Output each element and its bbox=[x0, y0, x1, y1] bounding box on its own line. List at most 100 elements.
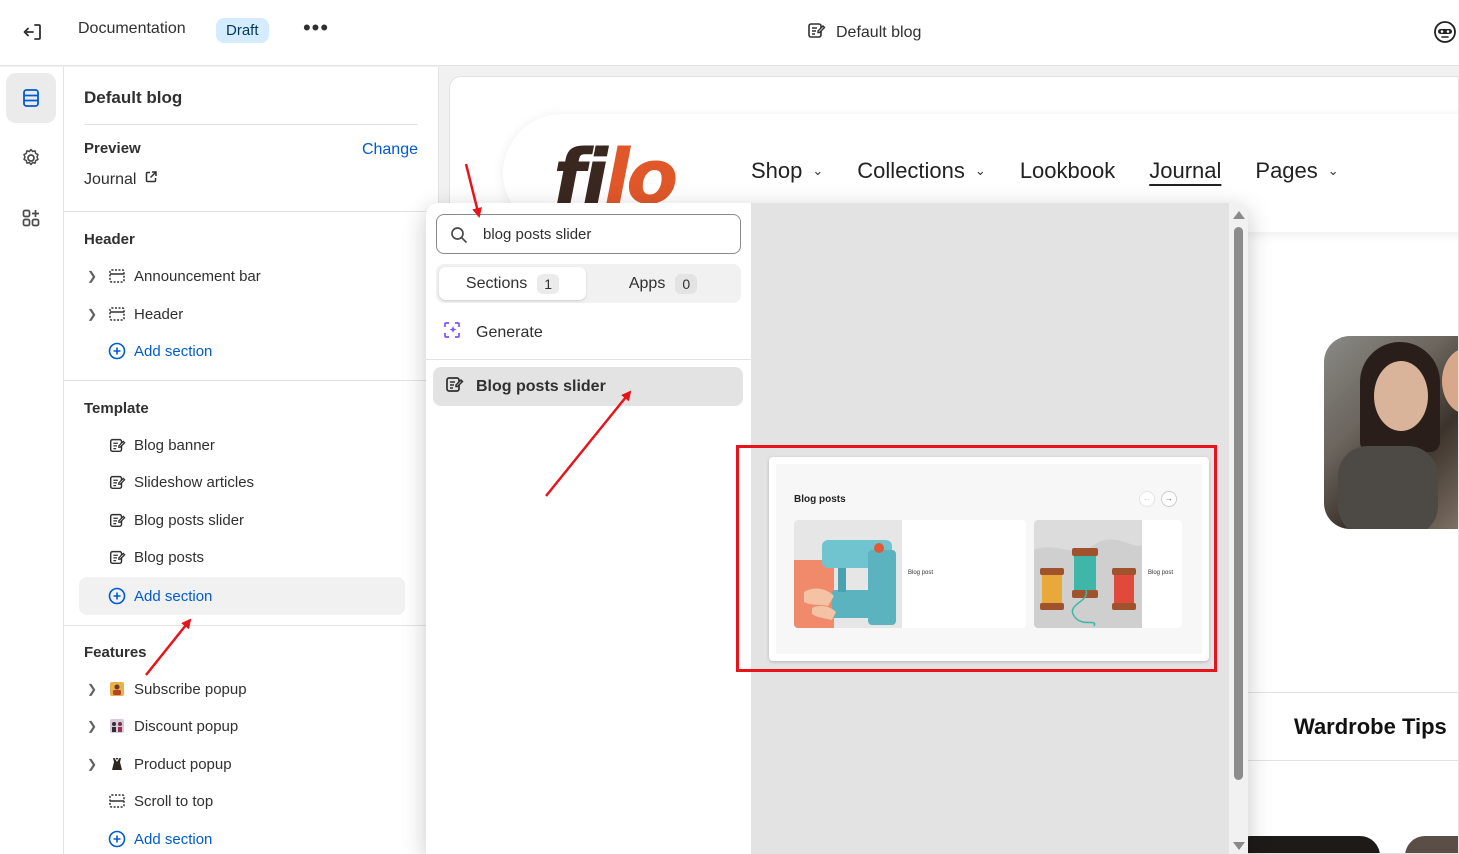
search-icon bbox=[449, 225, 469, 250]
nav-label: Collections bbox=[857, 158, 965, 183]
divider bbox=[64, 380, 438, 381]
sidebar-item-blog-posts[interactable]: Blog posts bbox=[84, 540, 404, 574]
nav-label: Lookbook bbox=[1019, 158, 1116, 183]
nav-item-journal[interactable]: Journal bbox=[1149, 158, 1221, 184]
tab-label: Sections bbox=[465, 274, 528, 292]
add-section-header-button[interactable]: Add section bbox=[84, 334, 404, 368]
add-section-label: Add section bbox=[134, 830, 213, 848]
exit-icon[interactable] bbox=[20, 19, 46, 45]
preview-page-name: Journal bbox=[84, 170, 137, 188]
preview-scrollbar[interactable] bbox=[1229, 203, 1248, 854]
magic-sparkle-icon bbox=[442, 320, 462, 345]
sidebar-item-blog-banner[interactable]: Blog banner bbox=[84, 428, 404, 462]
chevron-down-icon: ⌄ bbox=[974, 163, 986, 178]
features-group-title: Features bbox=[84, 644, 147, 661]
search-input[interactable] bbox=[483, 223, 733, 245]
add-circle-icon bbox=[108, 587, 126, 605]
section-layout-icon bbox=[108, 792, 126, 810]
change-preview-link[interactable]: Change bbox=[362, 141, 418, 159]
chevron-down-icon: ⌄ bbox=[1327, 163, 1339, 178]
generate-button[interactable]: Generate bbox=[442, 320, 543, 345]
article-thumbnail bbox=[1230, 836, 1380, 853]
divider bbox=[84, 124, 418, 125]
section-layout-icon bbox=[108, 305, 126, 323]
sidebar-item-subscribe-popup[interactable]: ❯ Subscribe popup bbox=[84, 672, 404, 706]
template-title: Default blog bbox=[836, 23, 922, 41]
external-link-icon bbox=[144, 170, 158, 189]
sidebar-item-label: Slideshow articles bbox=[134, 473, 255, 491]
sidebar-item-label: Header bbox=[134, 305, 184, 323]
preview-post-card: Blog post bbox=[794, 520, 1026, 628]
chevron-right-icon[interactable]: ❯ bbox=[84, 269, 100, 283]
blog-post-icon bbox=[444, 374, 464, 399]
scroll-up-icon[interactable] bbox=[1233, 211, 1245, 219]
blog-post-icon bbox=[108, 548, 126, 566]
store-title[interactable]: Documentation bbox=[78, 20, 186, 38]
left-rail bbox=[0, 67, 64, 854]
preview-page-link[interactable]: Journal bbox=[84, 170, 158, 189]
sidebar-item-discount-popup[interactable]: ❯ Discount popup bbox=[84, 709, 404, 743]
sidebar-item-header[interactable]: ❯ Header bbox=[84, 297, 404, 331]
generate-label: Generate bbox=[476, 323, 543, 341]
sidebar-item-announcement-bar[interactable]: ❯ Announcement bar bbox=[84, 259, 404, 293]
sidebar-item-label: Discount popup bbox=[134, 717, 239, 735]
section-search[interactable] bbox=[436, 214, 741, 254]
sidebar-item-slideshow-articles[interactable]: Slideshow articles bbox=[84, 465, 404, 499]
article-thumbnail bbox=[1405, 836, 1458, 853]
nav-item-shop[interactable]: Shop ⌄ bbox=[751, 158, 823, 184]
chevron-right-icon[interactable]: ❯ bbox=[84, 307, 100, 321]
more-actions-button[interactable]: ••• bbox=[302, 17, 330, 44]
preview-heading: Blog posts bbox=[794, 494, 846, 505]
chevron-right-icon[interactable]: ❯ bbox=[84, 757, 100, 771]
add-section-label: Add section bbox=[134, 342, 213, 360]
settings-gear-icon[interactable] bbox=[6, 133, 56, 183]
chevron-right-icon[interactable]: ❯ bbox=[84, 682, 100, 696]
nav-label: Shop bbox=[751, 158, 803, 183]
arrow-right-icon: → bbox=[1161, 491, 1177, 507]
add-section-template-button[interactable]: Add section bbox=[79, 577, 405, 615]
divider bbox=[426, 359, 751, 360]
sidebar-item-scroll-to-top[interactable]: Scroll to top bbox=[84, 784, 404, 818]
section-sidebar: Default blog Preview Change Journal Head… bbox=[64, 67, 439, 854]
tab-label: Apps bbox=[628, 274, 666, 292]
user-avatar-icon[interactable] bbox=[1433, 20, 1457, 44]
sewing-machine-illustration bbox=[794, 520, 902, 628]
divider bbox=[64, 625, 438, 626]
preview-label: Preview bbox=[84, 140, 141, 157]
banner-photo bbox=[1324, 336, 1458, 529]
scroll-thumb[interactable] bbox=[1234, 227, 1243, 780]
preview-post-label: Blog post bbox=[1148, 570, 1174, 576]
sections-icon[interactable] bbox=[6, 73, 56, 123]
nav-item-collections[interactable]: Collections ⌄ bbox=[857, 158, 986, 184]
sidebar-item-label: Blog posts slider bbox=[134, 511, 245, 529]
tab-apps[interactable]: Apps 0 bbox=[588, 267, 738, 300]
scroll-down-icon[interactable] bbox=[1233, 842, 1245, 850]
app-image-icon bbox=[108, 755, 126, 773]
add-section-label: Add section bbox=[134, 587, 213, 605]
apps-icon[interactable] bbox=[6, 193, 56, 243]
section-layout-icon bbox=[108, 267, 126, 285]
section-preview-pane: Blog posts ← → Blog post Blog post bbox=[751, 203, 1248, 854]
divider bbox=[1248, 760, 1458, 761]
sidebar-item-product-popup[interactable]: ❯ Product popup bbox=[84, 747, 404, 781]
status-badge: Draft bbox=[216, 18, 269, 43]
template-selector[interactable]: Default blog bbox=[806, 20, 921, 45]
sidebar-item-label: Scroll to top bbox=[134, 792, 214, 810]
sidebar-item-blog-posts-slider[interactable]: Blog posts slider bbox=[84, 503, 404, 537]
nav-item-lookbook[interactable]: Lookbook bbox=[1020, 158, 1115, 184]
divider bbox=[64, 211, 438, 212]
tab-count: 0 bbox=[675, 273, 698, 294]
sidebar-item-label: Blog posts bbox=[134, 548, 205, 566]
chevron-right-icon[interactable]: ❯ bbox=[84, 719, 100, 733]
result-tabs: Sections 1 Apps 0 bbox=[436, 264, 741, 303]
add-section-features-button[interactable]: Add section bbox=[84, 822, 404, 854]
add-circle-icon bbox=[108, 342, 126, 360]
add-section-popover: Sections 1 Apps 0 Generate Blog posts sl… bbox=[426, 203, 1248, 854]
app-image-icon bbox=[108, 680, 126, 698]
tab-sections[interactable]: Sections 1 bbox=[439, 267, 586, 300]
result-blog-posts-slider[interactable]: Blog posts slider bbox=[433, 367, 743, 406]
header-group-title: Header bbox=[84, 231, 135, 248]
nav-item-pages[interactable]: Pages ⌄ bbox=[1255, 158, 1338, 184]
section-heading: Wardrobe Tips bbox=[1294, 714, 1447, 739]
section-preview-card: Blog posts ← → Blog post Blog post bbox=[769, 457, 1209, 661]
